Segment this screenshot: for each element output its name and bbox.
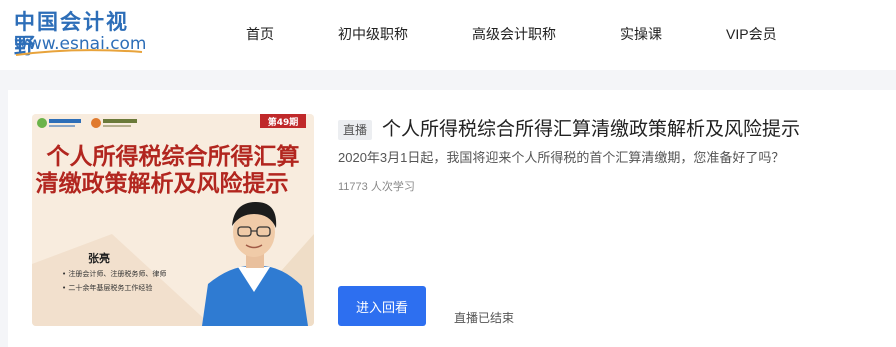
live-badge: 直播 [338, 120, 373, 140]
nav-item-vip[interactable]: VIP会员 [726, 24, 777, 44]
cover-issue-text: 第49期 [268, 116, 299, 128]
live-status-text: 直播已结束 [454, 311, 515, 325]
nav-item-senior-accountant[interactable]: 高级会计职称 [472, 24, 556, 44]
enter-replay-button[interactable]: 进入回看 [338, 286, 426, 326]
cover-credential: • 注册会计师、注册税务师、律师 [62, 269, 166, 278]
cover-graphic: 第49期 个人所得税综合所得汇算 清缴政策解析及风险提示 张亮 • 注册会计师、… [32, 114, 314, 326]
course-title[interactable]: 个人所得税综合所得汇算清缴政策解析及风险提示 [382, 118, 800, 142]
partner-logo-icon [37, 118, 47, 128]
course-description: 2020年3月1日起，我国将迎来个人所得税的首个汇算清缴期，您准备好了吗？ [338, 150, 785, 165]
cover-title-line2: 清缴政策解析及风险提示 [36, 170, 289, 197]
nav-item-home[interactable]: 首页 [246, 24, 274, 44]
cover-title-line1: 个人所得税综合所得汇算 [47, 143, 300, 170]
logo-swoosh-icon [15, 49, 143, 56]
site-logo[interactable]: 中国会计视野 www.esnai.com [14, 10, 147, 58]
nav-item-practical[interactable]: 实操课 [620, 24, 662, 44]
site-header: 中国会计视野 www.esnai.com 首页 初中级职称 高级会计职称 实操课… [0, 0, 896, 70]
learner-count: 11773 人次学习 [338, 181, 415, 193]
partner-logo-icon [91, 118, 101, 128]
nav-item-junior-intermediate[interactable]: 初中级职称 [338, 24, 408, 44]
course-card: 第49期 个人所得税综合所得汇算 清缴政策解析及风险提示 张亮 • 注册会计师、… [8, 90, 896, 347]
course-cover-image[interactable]: 第49期 个人所得税综合所得汇算 清缴政策解析及风险提示 张亮 • 注册会计师、… [32, 114, 314, 326]
cover-credential: • 二十余年基层税务工作经验 [62, 283, 152, 292]
cover-speaker-name: 张亮 [88, 251, 110, 265]
